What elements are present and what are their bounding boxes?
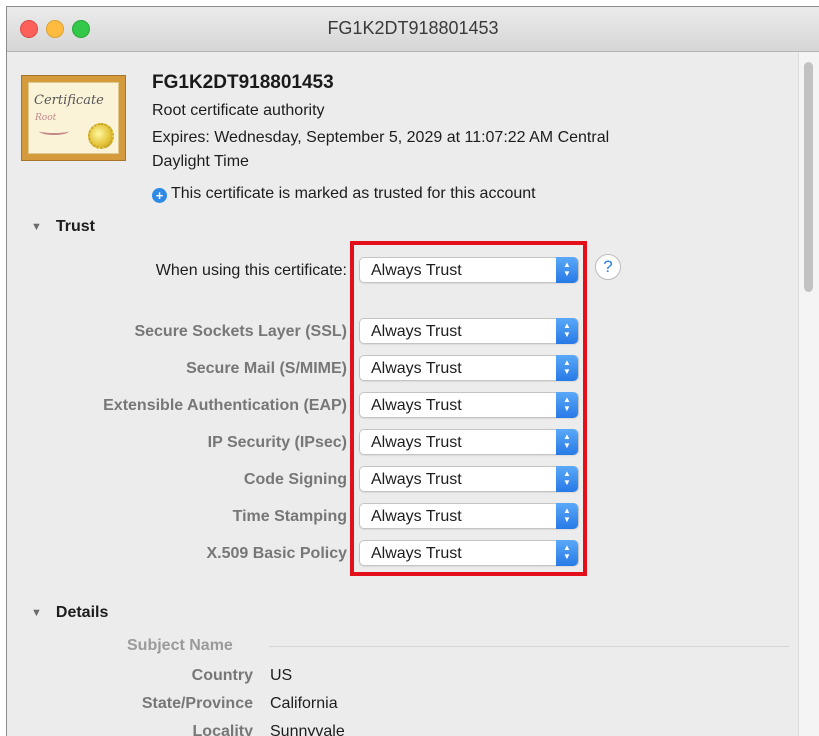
content-area: Certificate Root FG1K2DT918801453 Root c… xyxy=(7,52,798,736)
when-using-label: When using this certificate: xyxy=(155,262,347,279)
trust-row-label-time-stamping: Time Stamping xyxy=(232,508,347,525)
trust-row-label-ipsec: IP Security (IPsec) xyxy=(207,434,347,451)
detail-value-state: California xyxy=(270,695,338,712)
trust-status-text: This certificate is marked as trusted fo… xyxy=(171,185,536,202)
window-title: FG1K2DT918801453 xyxy=(327,18,499,38)
expiry-line-2: Daylight Time xyxy=(152,153,249,170)
certificate-kind: Root certificate authority xyxy=(152,102,325,119)
trust-row-label-code-signing: Code Signing xyxy=(243,471,347,488)
disclosure-triangle-icon[interactable]: ▼ xyxy=(31,607,42,619)
trust-section-header[interactable]: ▼ Trust xyxy=(31,218,95,236)
details-section-title: Details xyxy=(55,604,109,621)
trust-row-label-x509: X.509 Basic Policy xyxy=(206,545,347,562)
trust-row-label-smime: Secure Mail (S/MIME) xyxy=(186,360,347,377)
detail-label-locality: Locality xyxy=(192,723,253,736)
detail-label-state: State/Province xyxy=(141,695,253,712)
certificate-icon-subtext: Root xyxy=(35,113,57,123)
certificate-window: FG1K2DT918801453 Certificate Root FG1K2D… xyxy=(6,6,819,736)
certificate-icon: Certificate Root xyxy=(21,75,126,161)
title-bar: FG1K2DT918801453 xyxy=(7,7,819,52)
scrollbar-thumb[interactable] xyxy=(804,62,813,292)
disclosure-triangle-icon[interactable]: ▼ xyxy=(31,221,42,233)
highlight-box xyxy=(350,241,587,576)
trust-section-title: Trust xyxy=(55,218,96,235)
info-plus-icon: + xyxy=(152,188,167,203)
trust-row-label-eap: Extensible Authentication (EAP) xyxy=(103,397,347,414)
detail-value-locality: Sunnyvale xyxy=(270,723,345,736)
vertical-scrollbar[interactable] xyxy=(798,52,819,736)
detail-label-country: Country xyxy=(191,667,253,684)
expiry-line-1: Expires: Wednesday, September 5, 2029 at… xyxy=(152,129,610,146)
certificate-icon-text: Certificate xyxy=(34,93,104,108)
subject-divider xyxy=(269,646,789,647)
help-button[interactable]: ? xyxy=(595,254,621,280)
ribbon-flourish xyxy=(39,127,69,135)
subject-name-heading: Subject Name xyxy=(127,637,233,654)
trust-status: + This certificate is marked as trusted f… xyxy=(152,185,536,203)
details-section-header[interactable]: ▼ Details xyxy=(31,604,108,622)
seal-icon xyxy=(88,123,114,149)
detail-value-country: US xyxy=(270,667,293,684)
trust-row-label-ssl: Secure Sockets Layer (SSL) xyxy=(134,323,347,340)
certificate-name: FG1K2DT918801453 xyxy=(152,72,334,93)
